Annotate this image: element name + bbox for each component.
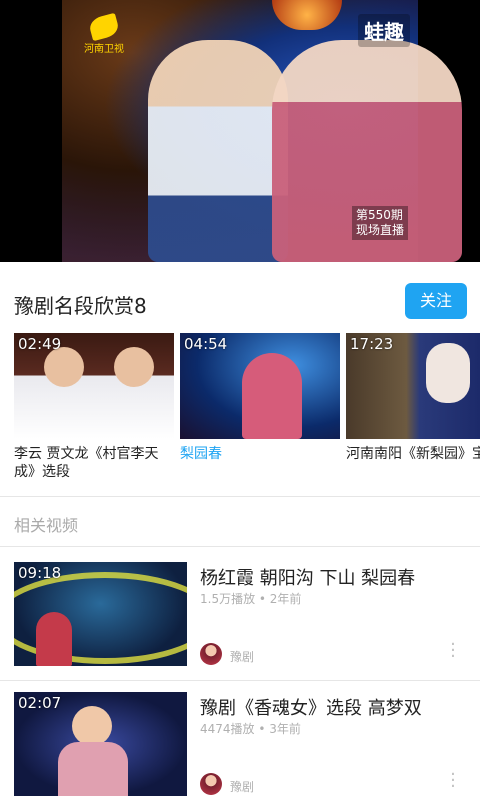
author-name[interactable]: 豫剧 <box>230 778 254 795</box>
episode-overlay: 第550期 现场直播 <box>352 206 409 240</box>
video-thumbnail[interactable]: 17:23 <box>346 333 480 439</box>
watermark: 蛙趣 <box>358 14 410 47</box>
channel-title: 豫剧名段欣赏8 <box>14 294 147 318</box>
video-thumbnail[interactable]: 02:49 <box>14 333 174 439</box>
live-label: 现场直播 <box>356 223 405 237</box>
list-item[interactable]: 09:18 杨红霞 朝阳沟 下山 梨园春 1.5万播放 • 2年前 豫剧 · · · <box>0 560 480 678</box>
featured-title[interactable]: 李云 贾文龙《村官李天成》选段 <box>14 445 174 481</box>
duration-label: 02:49 <box>18 335 62 353</box>
divider <box>0 680 480 681</box>
performer-left <box>148 40 288 262</box>
video-title[interactable]: 杨红霞 朝阳沟 下山 梨园春 <box>200 564 415 590</box>
featured-card[interactable]: 17:23 河南南阳《新梨园》宝英弟子 崔玉萍《秦 <box>346 333 480 463</box>
station-logo-icon <box>87 12 121 42</box>
station-name: 河南卫视 <box>84 44 124 55</box>
avatar[interactable] <box>200 643 222 665</box>
related-header: 相关视频 <box>14 516 79 535</box>
episode-number: 第550期 <box>356 208 403 222</box>
divider <box>0 496 480 497</box>
video-meta: 4474播放 • 3年前 <box>200 722 301 736</box>
featured-title[interactable]: 河南南阳《新梨园》宝英弟子 崔玉萍《秦 <box>346 445 480 463</box>
stage-lantern <box>272 0 342 30</box>
video-thumbnail[interactable]: 02:07 <box>14 692 187 796</box>
more-options-icon[interactable]: · · · <box>448 766 458 796</box>
featured-title-text: 河南南阳《新梨园》宝英弟子 崔玉萍《秦 <box>346 446 480 462</box>
follow-button[interactable]: 关注 <box>405 283 467 319</box>
author-name[interactable]: 豫剧 <box>230 648 254 665</box>
station-logo: 河南卫视 <box>84 12 128 55</box>
duration-label: 04:54 <box>184 335 228 353</box>
duration-label: 17:23 <box>350 335 394 353</box>
video-player[interactable]: 河南卫视 蛙趣 第550期 现场直播 <box>0 0 480 262</box>
featured-title[interactable]: 梨园春 <box>180 445 340 463</box>
more-options-icon[interactable]: · · · <box>448 636 458 666</box>
featured-card[interactable]: 04:54 梨园春 <box>180 333 340 463</box>
divider <box>0 546 480 547</box>
list-item[interactable]: 02:07 豫剧《香魂女》选段 高梦双 4474播放 • 3年前 豫剧 · · · <box>0 690 480 800</box>
duration-label: 02:07 <box>18 694 62 712</box>
video-thumbnail[interactable]: 04:54 <box>180 333 340 439</box>
video-title[interactable]: 豫剧《香魂女》选段 高梦双 <box>200 694 422 720</box>
video-thumbnail[interactable]: 09:18 <box>14 562 187 666</box>
duration-label: 09:18 <box>18 564 62 582</box>
featured-card[interactable]: 02:49 李云 贾文龙《村官李天成》选段 <box>14 333 174 481</box>
video-meta: 1.5万播放 • 2年前 <box>200 592 302 606</box>
avatar[interactable] <box>200 773 222 795</box>
